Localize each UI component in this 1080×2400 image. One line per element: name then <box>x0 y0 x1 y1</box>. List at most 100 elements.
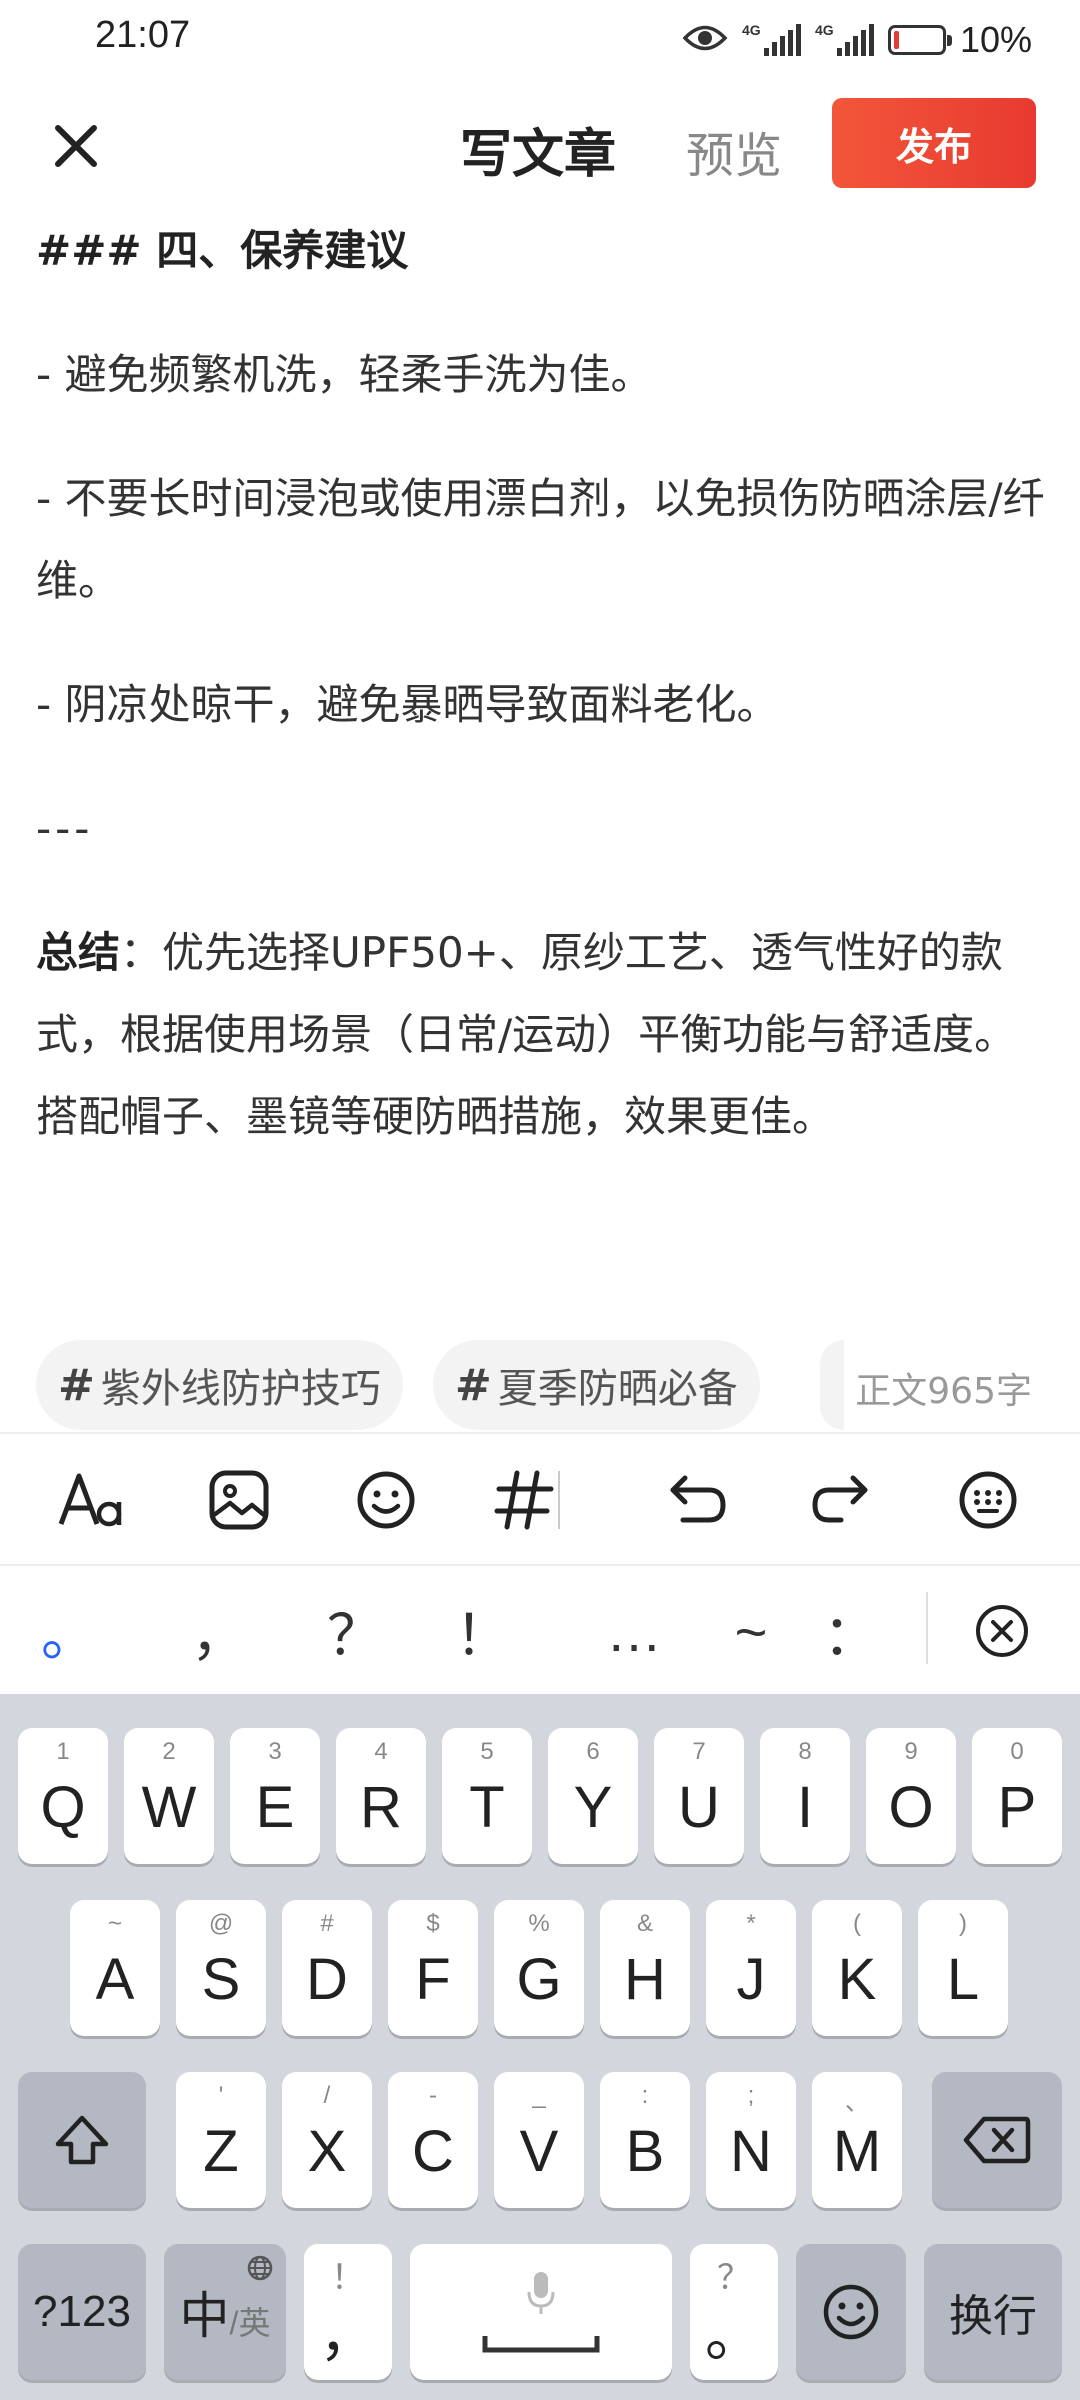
signal-icon-2: 4G <box>815 22 874 56</box>
key-o[interactable]: 9O <box>866 1728 956 1864</box>
key-f[interactable]: $ F <box>388 1900 478 2036</box>
bullet-item: - 避免频繁机洗，轻柔手洗为佳。 <box>36 350 653 399</box>
image-button[interactable] <box>203 1464 275 1536</box>
summary-text: ：优先选择UPF50+、原纱工艺、透气性好的款式，根据使用场景（日常/运动）平衡… <box>36 928 1017 1141</box>
punctuation-key[interactable]: ： <box>816 1586 886 1676</box>
bullet-item: - 阴凉处晾干，避免暴晒导致面料老化。 <box>36 680 779 729</box>
editor-header: 写文章 预览 发布 <box>0 92 1080 192</box>
soft-keyboard: 1Q 2W 3E 4R 5T 6Y 7U 8I 9O 0P ~ A @ S # D $… <box>0 1694 1080 2400</box>
language-switch-key[interactable]: 中/英 <box>164 2244 286 2380</box>
topic-tag[interactable]: # 紫外线防护技巧 <box>36 1340 403 1430</box>
circle-close-icon <box>976 1605 1028 1657</box>
undo-icon <box>670 1475 726 1523</box>
backspace-key[interactable] <box>932 2072 1062 2208</box>
key-r[interactable]: 4R <box>336 1728 426 1864</box>
punctuation-key[interactable]: 。 <box>34 1586 104 1676</box>
hash-icon: # <box>454 1359 492 1411</box>
microphone-icon <box>527 2272 555 2314</box>
key-e[interactable]: 3E <box>230 1728 320 1864</box>
topic-tag[interactable]: # 夏季防晒必备 <box>432 1340 760 1430</box>
font-size-button[interactable] <box>56 1464 128 1536</box>
key-k[interactable]: (K <box>812 1900 902 2036</box>
topic-tag-overflow <box>820 1340 844 1430</box>
key-g[interactable]: % G <box>494 1900 584 2036</box>
emoji-icon <box>357 1471 415 1529</box>
hash-icon: # <box>58 1359 95 1411</box>
key-t[interactable]: 5T <box>442 1728 532 1864</box>
key-y[interactable]: 6Y <box>548 1728 638 1864</box>
close-punctuation-button[interactable] <box>966 1586 1038 1676</box>
punctuation-key[interactable]: ！ <box>448 1586 518 1676</box>
language-alt: /英 <box>229 2305 271 2341</box>
punctuation-key[interactable]: ~ <box>716 1586 786 1676</box>
status-time: 21:07 <box>95 14 191 56</box>
key-s[interactable]: @ S <box>176 1900 266 2036</box>
key-x[interactable]: / X <box>282 2072 372 2208</box>
undo-button[interactable] <box>660 1464 732 1536</box>
enter-key[interactable]: 换行 <box>924 2244 1062 2380</box>
topic-button[interactable] <box>492 1464 564 1536</box>
language-current: 中 <box>179 2288 230 2344</box>
article-editor[interactable]: ### 四、保养建议 - 避免频繁机洗，轻柔手洗为佳。 - 不要长时间浸泡或使用… <box>36 210 1046 1158</box>
status-bar: 21:07 4G 4G 10% <box>0 0 1080 80</box>
key-v[interactable]: _ V <box>494 2072 584 2208</box>
comma-key[interactable]: ！， <box>304 2244 392 2380</box>
topic-hash-icon <box>494 1470 560 1530</box>
key-n[interactable]: ; N <box>706 2072 796 2208</box>
section-heading: ### 四、保养建议 <box>36 226 409 275</box>
key-q[interactable]: 1Q <box>18 1728 108 1864</box>
topic-tag-label: 夏季防晒必备 <box>497 1366 738 1412</box>
word-count: 正文965字 <box>855 1371 1032 1412</box>
key-p[interactable]: 0P <box>972 1728 1062 1864</box>
punctuation-key[interactable]: ， <box>184 1586 254 1676</box>
backspace-icon <box>963 2116 1031 2164</box>
topic-tags: # 紫外线防护技巧 # 夏季防晒必备 <box>36 1340 760 1430</box>
keyboard-icon <box>959 1471 1017 1529</box>
key-j[interactable]: * J <box>706 1900 796 2036</box>
key-a[interactable]: ~ A <box>70 1900 160 2036</box>
emoji-button[interactable] <box>350 1464 422 1536</box>
key-i[interactable]: 8I <box>760 1728 850 1864</box>
eye-icon <box>682 23 728 57</box>
key-l[interactable]: ) L <box>918 1900 1008 2036</box>
summary-label: 总结 <box>36 928 121 977</box>
key-w[interactable]: 2W <box>124 1728 214 1864</box>
close-icon <box>55 125 97 167</box>
battery-level <box>893 31 900 49</box>
image-icon <box>209 1470 269 1530</box>
numbers-key[interactable]: ?123 <box>18 2244 146 2380</box>
publish-button[interactable]: 发布 <box>832 98 1036 188</box>
key-m[interactable]: 、 M <box>812 2072 902 2208</box>
keyboard-toggle-button[interactable] <box>952 1464 1024 1536</box>
key-u[interactable]: 7U <box>654 1728 744 1864</box>
shift-key[interactable] <box>18 2072 146 2208</box>
topic-tag-label: 紫外线防护技巧 <box>100 1366 381 1412</box>
punctuation-key[interactable]: ？ <box>320 1586 390 1676</box>
period-key[interactable]: ？。 <box>690 2244 778 2380</box>
key-c[interactable]: -C <box>388 2072 478 2208</box>
battery-percent: 10% <box>959 19 1032 60</box>
summary-paragraph: 总结：优先选择UPF50+、原纱工艺、透气性好的款式，根据使用场景（日常/运动）… <box>36 912 1046 1158</box>
punctuation-key[interactable]: … <box>599 1586 669 1676</box>
key-h[interactable]: & H <box>600 1900 690 2036</box>
punctuation-bar: 。 ， ？ ！ … ~ ： <box>0 1566 1080 1694</box>
redo-button[interactable] <box>806 1464 878 1536</box>
globe-icon <box>247 2255 273 2281</box>
page-title: 写文章 <box>460 125 617 185</box>
shift-icon <box>55 2115 109 2165</box>
preview-button[interactable]: 预览 <box>686 116 782 186</box>
punctuation-divider <box>926 1592 928 1664</box>
emoji-icon <box>823 2284 879 2340</box>
space-key[interactable] <box>410 2244 672 2380</box>
status-icons: 4G 4G 10% <box>682 16 1032 64</box>
space-bar-icon <box>482 2336 600 2353</box>
format-toolbar <box>0 1432 1080 1566</box>
key-b[interactable]: :B <box>600 2072 690 2208</box>
key-d[interactable]: # D <box>282 1900 372 2036</box>
key-z[interactable]: ' Z <box>176 2072 266 2208</box>
close-button[interactable] <box>40 110 112 182</box>
horizontal-rule-markdown: --- <box>36 804 94 853</box>
emoji-key[interactable] <box>796 2244 906 2380</box>
battery-icon <box>887 25 952 55</box>
signal-icon-1: 4G <box>742 22 801 56</box>
